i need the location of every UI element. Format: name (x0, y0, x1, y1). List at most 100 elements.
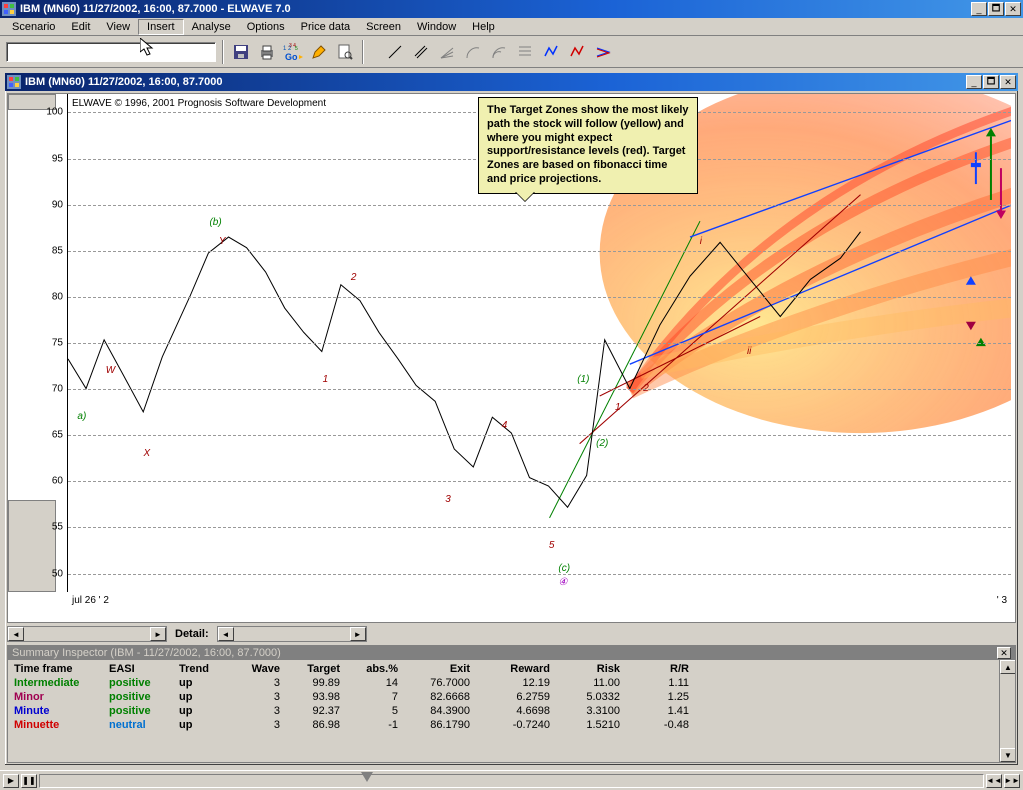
menu-view[interactable]: View (98, 20, 138, 34)
zigzag-blue-icon[interactable] (540, 41, 562, 63)
parallel-lines-icon[interactable] (410, 41, 432, 63)
chart-minimize-button[interactable]: _ (966, 75, 982, 89)
cell-easi: neutral (109, 718, 179, 732)
cell-target: 92.37 (294, 704, 354, 718)
y-tick: 70 (52, 384, 63, 395)
preview-icon[interactable] (334, 41, 356, 63)
menu-options[interactable]: Options (239, 20, 293, 34)
go-icon[interactable]: 1 23 45Go (282, 41, 304, 63)
pause-button[interactable]: ❚❚ (21, 774, 37, 788)
app-titlebar: IBM (MN60) 11/27/2002, 16:00, 87.7000 - … (0, 0, 1023, 18)
step-back-button[interactable]: ◄◄ (986, 774, 1002, 788)
inspector-row[interactable]: Minuetteneutralup386.98-186.1790-0.72401… (14, 718, 993, 732)
print-icon[interactable] (256, 41, 278, 63)
chart-close-button[interactable]: ✕ (1000, 75, 1016, 89)
cell-reward: 6.2759 (484, 690, 564, 704)
app-icon (2, 2, 16, 16)
pencil-icon[interactable] (308, 41, 330, 63)
fan-icon[interactable] (436, 41, 458, 63)
y-tick: 75 (52, 338, 63, 349)
cell-timeframe: Minor (14, 690, 109, 704)
grid-line (68, 389, 1011, 390)
inspector-row[interactable]: Minorpositiveup393.98782.66686.27595.033… (14, 690, 993, 704)
detail-left-button[interactable]: ◄ (218, 627, 234, 641)
wave-label: (c) (558, 563, 570, 574)
grid-line (68, 343, 1011, 344)
menu-analyse[interactable]: Analyse (184, 20, 239, 34)
cell-abs: 7 (354, 690, 404, 704)
play-button[interactable]: ▶ (3, 774, 19, 788)
y-tick: 60 (52, 476, 63, 487)
cell-wave: 3 (239, 704, 294, 718)
cell-trend: up (179, 704, 239, 718)
menu-window[interactable]: Window (409, 20, 464, 34)
cell-trend: up (179, 718, 239, 732)
wave-label: 5 (549, 540, 555, 551)
menu-insert[interactable]: Insert (138, 19, 184, 35)
y-tick: 85 (52, 245, 63, 256)
menu-help[interactable]: Help (464, 20, 503, 34)
app-minimize-button[interactable]: _ (971, 2, 987, 16)
y-tick: 55 (52, 522, 63, 533)
chart-titlebar: IBM (MN60) 11/27/2002, 16:00, 87.7000 _ … (5, 73, 1018, 91)
cell-rr: 1.11 (634, 676, 689, 690)
scroll-left-button[interactable]: ◄ (8, 627, 24, 641)
cell-exit: 76.7000 (404, 676, 484, 690)
vscroll-down-button[interactable]: ▼ (1000, 748, 1015, 762)
y-tick: 50 (52, 568, 63, 579)
y-axis: 10095908580757065605550 (8, 94, 68, 592)
cell-exit: 84.3900 (404, 704, 484, 718)
arc-icon[interactable] (462, 41, 484, 63)
chart-window: IBM (MN60) 11/27/2002, 16:00, 87.7000 _ … (3, 71, 1020, 767)
axis-block (8, 500, 56, 592)
inspector-row[interactable]: Intermediatepositiveup399.891476.700012.… (14, 676, 993, 690)
triangle-tool-icon[interactable] (592, 41, 614, 63)
toolbar-separator (222, 40, 224, 64)
cell-rr: 1.41 (634, 704, 689, 718)
cell-abs: 14 (354, 676, 404, 690)
chart-window-icon (7, 75, 21, 89)
app-close-button[interactable]: ✕ (1005, 2, 1021, 16)
grid-line (68, 251, 1011, 252)
cell-exit: 82.6668 (404, 690, 484, 704)
toolbar: 1 23 45Go (0, 36, 1023, 68)
inspector-vscroll[interactable]: ▲ ▼ (999, 660, 1015, 762)
menu-screen[interactable]: Screen (358, 20, 409, 34)
y-tick: 80 (52, 291, 63, 302)
cell-target: 86.98 (294, 718, 354, 732)
cell-reward: 4.6698 (484, 704, 564, 718)
retracement-icon[interactable] (514, 41, 536, 63)
inspector-close-button[interactable]: ✕ (997, 647, 1011, 659)
app-maximize-button[interactable]: 🗖 (988, 2, 1004, 16)
detail-right-button[interactable]: ► (350, 627, 366, 641)
menu-scenario[interactable]: Scenario (4, 20, 63, 34)
menu-pricedata[interactable]: Price data (293, 20, 359, 34)
inspector-table: Time frame EASI Trend Wave Target abs.% … (8, 660, 999, 762)
vscroll-up-button[interactable]: ▲ (1000, 660, 1015, 674)
wave-label: a) (77, 411, 86, 422)
zigzag-red-icon[interactable] (566, 41, 588, 63)
scroll-right-button[interactable]: ► (150, 627, 166, 641)
detail-hscroll[interactable]: ◄ ► (217, 626, 367, 642)
cell-risk: 1.5210 (564, 718, 634, 732)
y-tick: 100 (46, 107, 63, 118)
cell-reward: 12.19 (484, 676, 564, 690)
cell-wave: 3 (239, 690, 294, 704)
cell-abs: 5 (354, 704, 404, 718)
chart-area[interactable]: 10095908580757065605550 (7, 93, 1016, 623)
wave-label: 3 (445, 494, 451, 505)
y-tick: 90 (52, 199, 63, 210)
chart-maximize-button[interactable]: 🗖 (983, 75, 999, 89)
playback-thumb[interactable] (361, 772, 373, 788)
save-icon[interactable] (230, 41, 252, 63)
arcs-icon[interactable] (488, 41, 510, 63)
line-tool-icon[interactable] (384, 41, 406, 63)
menu-edit[interactable]: Edit (63, 20, 98, 34)
app-title: IBM (MN60) 11/27/2002, 16:00, 87.7000 - … (20, 3, 971, 15)
step-fwd-button[interactable]: ►► (1004, 774, 1020, 788)
playback-track[interactable] (39, 774, 984, 788)
wave-label: W (106, 365, 115, 376)
chart-hscroll[interactable]: ◄ ► (7, 626, 167, 642)
symbol-input[interactable] (6, 42, 216, 62)
inspector-row[interactable]: Minutepositiveup392.37584.39004.66983.31… (14, 704, 993, 718)
